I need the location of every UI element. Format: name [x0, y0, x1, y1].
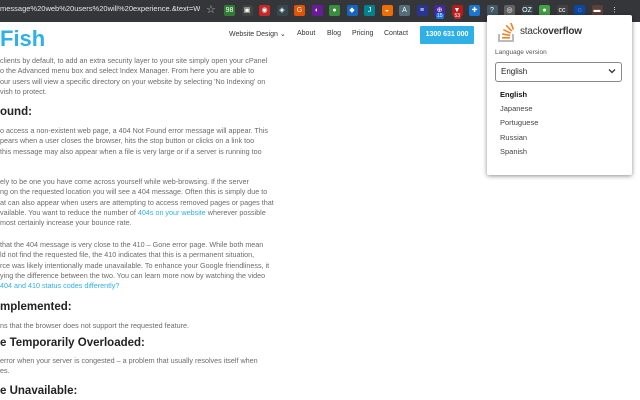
text-line: pears when a user closes the browser, hi… [0, 136, 255, 146]
bookmark-star-icon[interactable]: ☆ [206, 3, 216, 16]
blue-ext-icon[interactable]: ◆ [346, 5, 358, 16]
text-line: ld not find the requested file, the 410 … [0, 250, 255, 260]
purple-ext-icon[interactable]: ◐ [311, 5, 323, 16]
language-select[interactable]: English [495, 62, 622, 82]
selected-language: English [501, 67, 528, 76]
paragraph-404-common: ely to be one you have come across yours… [0, 177, 274, 228]
dark-ext-icon[interactable]: ▣ [241, 5, 253, 16]
phone-button[interactable]: 1300 631 000 [420, 26, 474, 44]
heading-service-unavailable: e Unavailable: [0, 385, 78, 397]
orange-ext-icon[interactable]: G [294, 5, 305, 16]
heading-not-implemented: mplemented: [0, 301, 72, 313]
option-english[interactable]: English [495, 88, 620, 102]
text-line: this message may also appear when a file… [0, 146, 262, 156]
nav-about[interactable]: About [297, 30, 315, 37]
paragraph-404: o access a non-existent web page, a 404 … [0, 126, 268, 157]
teal-ext-icon[interactable]: J [364, 5, 375, 16]
link-404-410-video[interactable]: 404 and 410 status codes differently? [0, 281, 269, 291]
stackoverflow-logo-icon [498, 23, 515, 42]
text-line: o access a non-existent web page, a 404 … [0, 126, 268, 135]
green2-ext-icon[interactable]: ● [329, 5, 340, 16]
text-line: most certainly increase your bounce rate… [0, 218, 132, 228]
nav-blog[interactable]: Blog [327, 30, 341, 37]
ad-ext-icon[interactable]: ◉ [259, 5, 270, 16]
gray-ext-icon[interactable]: A [399, 5, 410, 16]
orange2-ext-icon[interactable]: ◒ [381, 5, 393, 16]
paragraph-indexing: clients by default, to add an extra secu… [0, 56, 267, 97]
text-line: vailable. You want to reduce the number … [0, 207, 266, 217]
link-404s[interactable]: 404s on your website [138, 208, 206, 217]
text-line: clients by default, to add an extra secu… [0, 56, 268, 65]
text-line: es. [0, 366, 10, 376]
extension-badge: 53 [453, 13, 462, 19]
paragraph-overloaded: error when your server is congested – a … [0, 356, 258, 377]
site-logo[interactable]: Fish [0, 26, 45, 52]
language-label: Language version [495, 49, 547, 56]
text-line: o the Advanced menu box and select Index… [0, 66, 255, 76]
text-line: error when your server is congested – a … [0, 356, 258, 365]
nav-website-design[interactable]: Website Design ⌄ [229, 30, 286, 38]
paragraph-not-implemented: ns that the browser does not support the… [0, 321, 189, 331]
text-line: ely to be one you have come across yours… [0, 177, 249, 186]
extension-badge: 15 [436, 13, 444, 19]
text-line: rce was likely intentionally made unavai… [0, 260, 270, 270]
option-portuguese[interactable]: Portuguese [495, 116, 620, 130]
text-line: ng on the requested location you will se… [0, 187, 268, 197]
text-line: our users will view a specific directory… [0, 76, 266, 86]
chevron-down-icon [608, 69, 616, 74]
text-line: that the 404 message is very close to th… [0, 240, 264, 249]
blue3-ext-icon[interactable]: ✚ [469, 5, 480, 16]
text-line: ying the difference between the two. You… [0, 270, 266, 280]
address-bar[interactable]: message%20web%20users%20will%20experienc… [0, 4, 200, 13]
shield-ext-icon[interactable]: ◈ [276, 5, 288, 16]
heading-temporarily-overloaded: e Temporarily Overloaded: [0, 337, 145, 349]
text-line: vish to protect. [0, 86, 47, 96]
blue2-ext-icon[interactable]: ≡ [416, 5, 428, 16]
option-spanish[interactable]: Spanish [495, 145, 620, 159]
text-line: ns that the browser does not support the… [0, 321, 189, 330]
heading-not-found: ound: [0, 106, 32, 118]
nav-contact[interactable]: Contact [384, 30, 408, 37]
stackoverflow-wordmark: stackoverflow [520, 26, 582, 37]
paragraph-410: that the 404 message is very close to th… [0, 240, 269, 291]
green-ext-icon[interactable]: 98 [224, 5, 235, 16]
language-popup: stackoverflow Language version English E… [487, 15, 632, 175]
option-japanese[interactable]: Japanese [495, 102, 620, 116]
text-line: at can also appear when users are attemp… [0, 197, 274, 207]
option-russian[interactable]: Russian [495, 131, 620, 145]
nav-pricing[interactable]: Pricing [352, 30, 373, 37]
language-options: English Japanese Portuguese Russian Span… [495, 88, 620, 159]
